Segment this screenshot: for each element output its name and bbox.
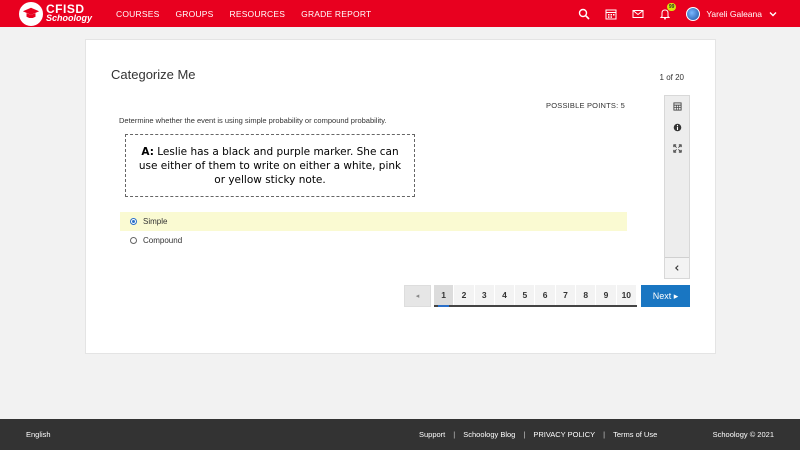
footer-link-terms[interactable]: Terms of Use	[613, 430, 657, 439]
search-icon[interactable]	[570, 0, 597, 27]
page-button-8[interactable]: 8	[576, 285, 597, 305]
radio-button-selected[interactable]	[130, 218, 137, 225]
user-name[interactable]: Yareli Galeana	[706, 9, 762, 19]
calculator-icon[interactable]	[665, 96, 689, 117]
graduation-cap-icon	[19, 1, 43, 26]
answer-option-label: Simple	[143, 217, 168, 226]
bell-icon[interactable]: 99	[651, 0, 678, 27]
collapse-left-icon[interactable]	[665, 257, 689, 278]
question-counter: 1 of 20	[659, 73, 684, 82]
top-nav: CFISD Schoology COURSES GROUPS RESOURCES…	[0, 0, 800, 27]
page-number-list: 1 2 3 4 5 6 7 8 9 10	[434, 285, 637, 307]
pagination: ◂ 1 2 3 4 5 6 7 8 9 10	[404, 285, 637, 307]
footer-links: Support | Schoology Blog | PRIVACY POLIC…	[419, 430, 665, 439]
logo-text: CFISD Schoology	[46, 3, 93, 23]
calendar-icon[interactable]	[597, 0, 624, 27]
possible-points: POSSIBLE POINTS: 5	[546, 101, 626, 110]
question-image-label: A:	[141, 145, 154, 158]
page-button-4[interactable]: 4	[494, 285, 516, 305]
logo-line2: Schoology	[46, 12, 93, 23]
language-selector[interactable]: English	[26, 430, 51, 439]
footer: English Support | Schoology Blog | PRIVA…	[0, 419, 800, 450]
avatar[interactable]	[686, 6, 701, 21]
nav-right: 99 Yareli Galeana	[570, 0, 800, 27]
expand-icon[interactable]	[665, 138, 689, 159]
radio-button[interactable]	[130, 237, 137, 244]
page-button-3[interactable]: 3	[474, 285, 495, 305]
main-nav: COURSES GROUPS RESOURCES GRADE REPORT	[116, 0, 387, 27]
cfisd-logo[interactable]: CFISD Schoology	[19, 0, 103, 27]
footer-separator: |	[453, 430, 456, 439]
next-button[interactable]: Next ▸	[641, 285, 690, 307]
nav-grade-report[interactable]: GRADE REPORT	[301, 9, 371, 19]
nav-groups[interactable]: GROUPS	[175, 9, 213, 19]
page-button-1[interactable]: 1	[434, 285, 455, 307]
page-button-6[interactable]: 6	[535, 285, 556, 305]
footer-separator: |	[523, 430, 526, 439]
page-button-7[interactable]: 7	[555, 285, 577, 305]
page-button-9[interactable]: 9	[596, 285, 617, 305]
footer-separator: |	[603, 430, 606, 439]
page-button-2[interactable]: 2	[454, 285, 475, 305]
notification-badge: 99	[666, 3, 677, 11]
tool-panel	[664, 95, 690, 279]
answer-option-label: Compound	[143, 236, 183, 245]
assessment-card: Categorize Me 1 of 20 POSSIBLE POINTS: 5…	[85, 39, 716, 354]
page-button-10[interactable]: 10	[616, 285, 637, 305]
info-icon[interactable]	[665, 117, 689, 138]
page-button-5[interactable]: 5	[515, 285, 536, 305]
copyright: Schoology © 2021	[712, 430, 774, 439]
answer-option-simple[interactable]: Simple	[120, 212, 627, 231]
previous-page-button[interactable]: ◂	[404, 285, 431, 307]
question-image-body: Leslie has a black and purple marker. Sh…	[138, 145, 402, 186]
footer-link-privacy[interactable]: PRIVACY POLICY	[533, 430, 595, 439]
footer-link-blog[interactable]: Schoology Blog	[463, 430, 515, 439]
question-prompt: Determine whether the event is using sim…	[119, 116, 387, 125]
question-image-text: A: Leslie has a black and purple marker.…	[134, 145, 406, 187]
nav-courses[interactable]: COURSES	[116, 9, 159, 19]
page-title: Categorize Me	[111, 67, 196, 82]
footer-link-support[interactable]: Support	[419, 430, 445, 439]
answer-option-compound[interactable]: Compound	[120, 231, 627, 250]
nav-resources[interactable]: RESOURCES	[229, 9, 285, 19]
question-image: A: Leslie has a black and purple marker.…	[125, 134, 415, 197]
mail-icon[interactable]	[624, 0, 651, 27]
chevron-down-icon[interactable]	[768, 9, 778, 19]
